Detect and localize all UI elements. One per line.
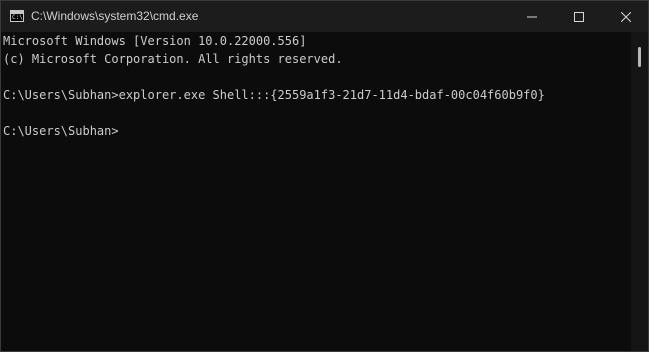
console-prompt-line: C:\Users\Subhan> bbox=[3, 124, 119, 138]
command-prompt-icon: C:\ bbox=[10, 10, 24, 22]
scrollbar-thumb[interactable] bbox=[638, 47, 641, 67]
console-line: (c) Microsoft Corporation. All rights re… bbox=[3, 52, 343, 66]
close-button[interactable] bbox=[603, 1, 648, 32]
maximize-icon bbox=[574, 11, 584, 22]
console-line: C:\Users\Subhan>explorer.exe Shell:::{25… bbox=[3, 88, 545, 102]
maximize-button[interactable] bbox=[556, 1, 602, 32]
minimize-icon bbox=[527, 16, 537, 17]
command-prompt-icon-prompt: C:\ bbox=[12, 14, 23, 21]
vertical-scrollbar[interactable] bbox=[631, 32, 648, 351]
console-line: Microsoft Windows [Version 10.0.22000.55… bbox=[3, 34, 307, 48]
window-title: C:\Windows\system32\cmd.exe bbox=[31, 9, 199, 23]
minimize-button[interactable] bbox=[509, 1, 555, 32]
cmd-window: C:\ C:\Windows\system32\cmd.exe Microsof… bbox=[0, 0, 649, 352]
close-icon bbox=[621, 11, 631, 22]
title-bar[interactable]: C:\ C:\Windows\system32\cmd.exe bbox=[1, 1, 648, 32]
console-output[interactable]: Microsoft Windows [Version 10.0.22000.55… bbox=[3, 32, 628, 351]
